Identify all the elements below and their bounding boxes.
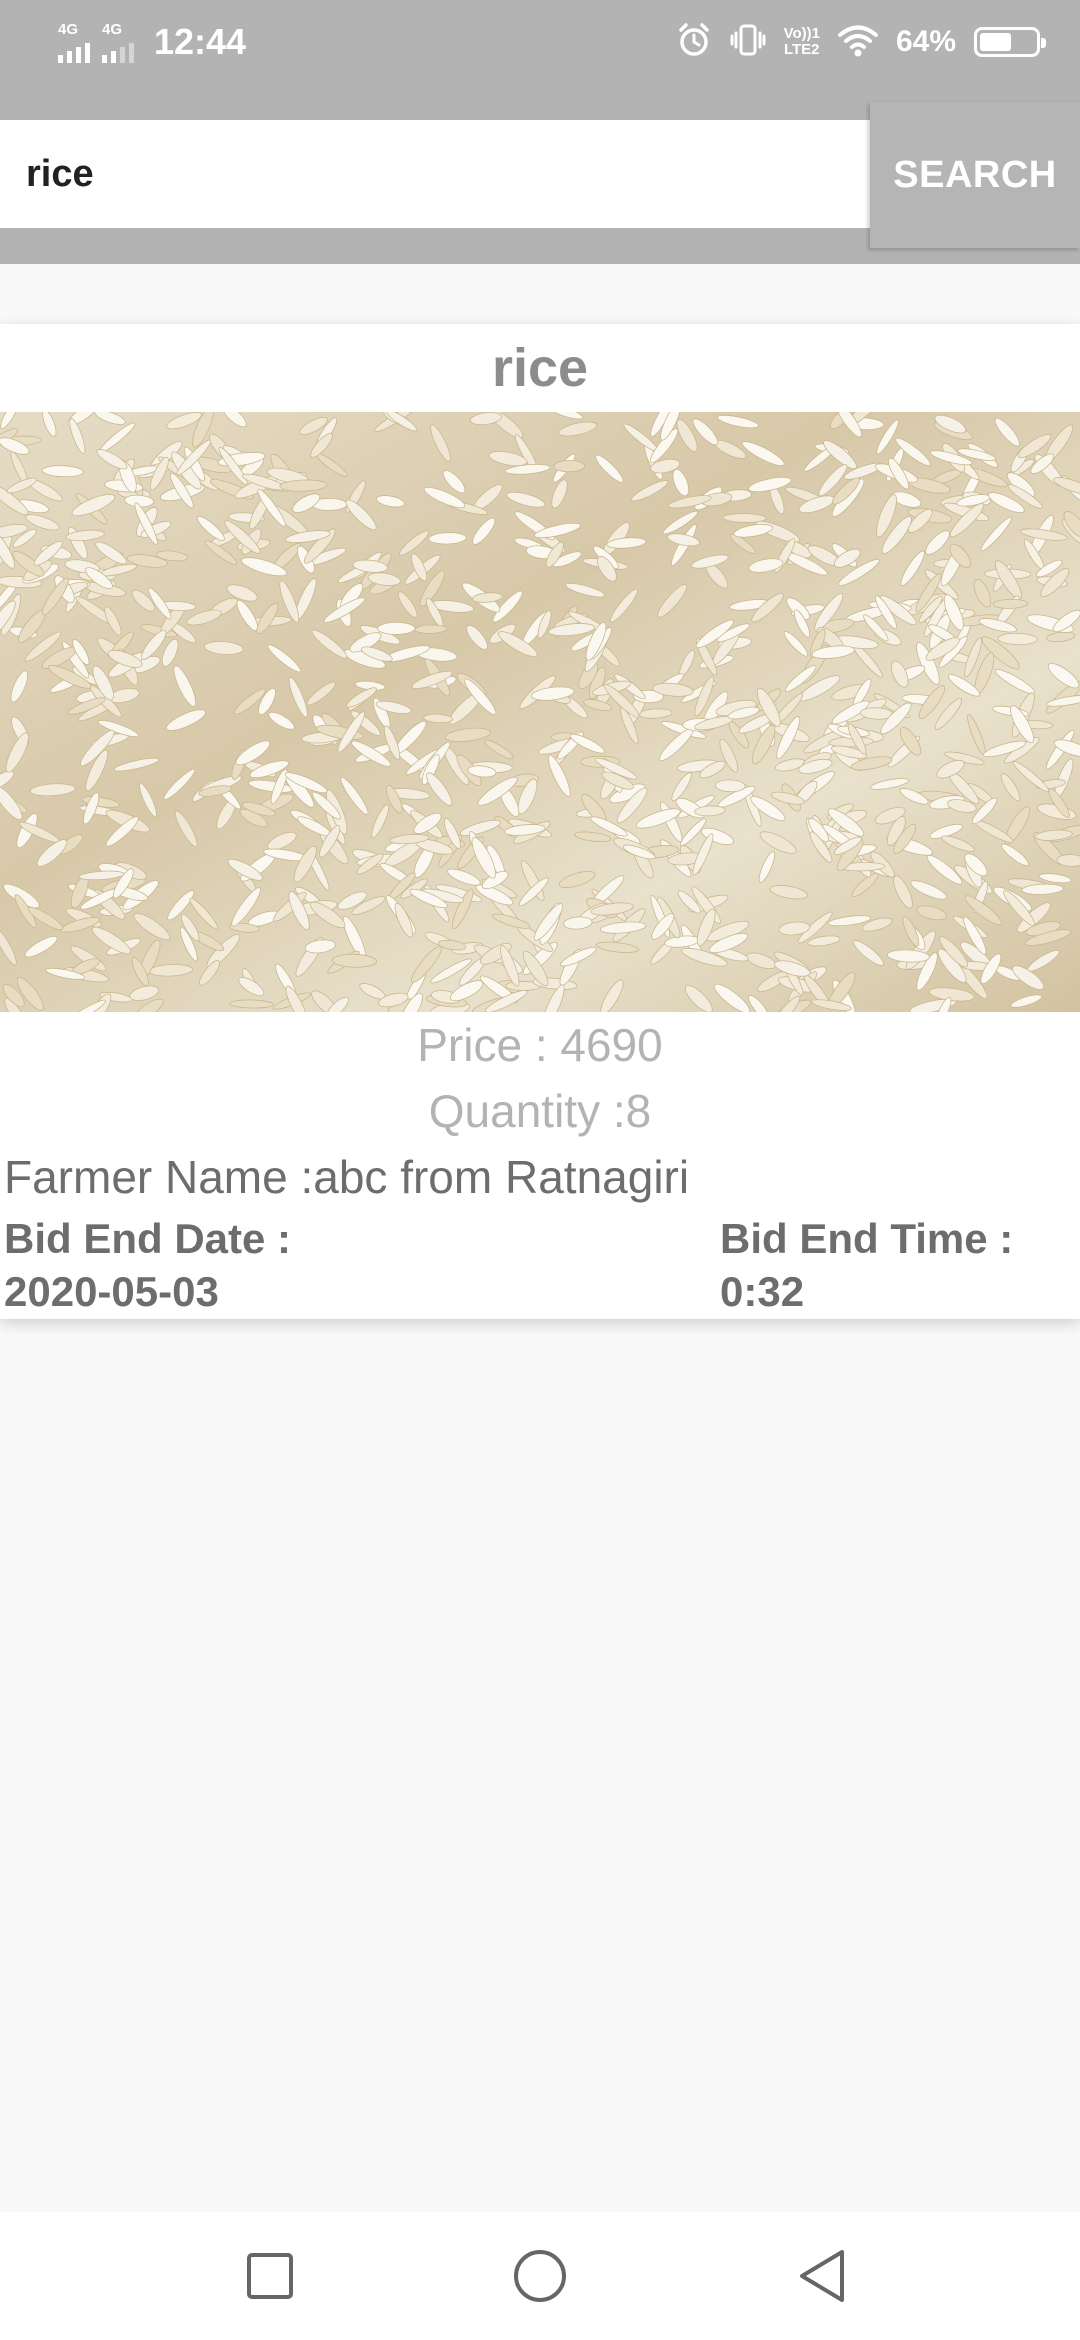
vibrate-icon (730, 22, 766, 63)
status-left-group: 4G 4G 12:44 (58, 0, 246, 84)
wifi-icon (837, 23, 878, 62)
network-type-label: 4G (58, 20, 79, 38)
rice-grain (377, 621, 416, 635)
battery-percent: 64% (895, 25, 956, 58)
battery-icon (974, 27, 1046, 57)
rice-grain (553, 459, 585, 473)
alarm-icon (676, 22, 712, 63)
farmer-name: Farmer Name :abc from Ratnagiri (4, 1151, 690, 1203)
battery-tip (1041, 38, 1046, 48)
search-input[interactable] (0, 120, 870, 228)
bid-end-time-label: Bid End Time : (720, 1215, 1014, 1262)
bid-end-time: Bid End Time : 0:32 (720, 1212, 1013, 1318)
home-icon (514, 2250, 566, 2302)
recent-apps-button[interactable] (190, 2212, 350, 2340)
back-icon (800, 2250, 844, 2302)
signal-icon: 4G (58, 22, 90, 63)
search-bar: SEARCH (0, 84, 1080, 264)
home-button[interactable] (460, 2212, 620, 2340)
product-image (0, 412, 1080, 1012)
recent-apps-icon (247, 2253, 293, 2299)
bid-end-date-label: Bid End Date : (4, 1215, 292, 1262)
clock: 12:44 (154, 21, 247, 62)
signal-icon-sim2: 4G (102, 22, 134, 63)
bid-end-date-value: 2020-05-03 (4, 1268, 219, 1315)
volte-line1: Vo))1 (783, 25, 820, 42)
bid-end-time-value: 0:32 (720, 1268, 805, 1315)
battery-level-fill (980, 33, 1011, 51)
product-price: Price : 4690 (417, 1019, 663, 1071)
status-bar: 4G 4G 12:44 Vo))1 LTE2 64% (0, 0, 1080, 84)
bid-end-date: Bid End Date : 2020-05-03 (4, 1212, 291, 1318)
search-button[interactable]: SEARCH (870, 102, 1080, 248)
product-title: rice (491, 338, 589, 398)
status-right-group: Vo))1 LTE2 64% (676, 0, 1046, 84)
product-quantity: Quantity :8 (428, 1085, 652, 1137)
rice-grain (414, 624, 448, 634)
back-button[interactable] (742, 2212, 902, 2340)
navigation-bar (0, 2212, 1080, 2340)
network-type-label-sim2: 4G (102, 20, 123, 38)
volte-icon: Vo))1 LTE2 (784, 26, 820, 58)
product-card[interactable]: rice Price : 4690 Quantity :8 Farmer Nam… (0, 324, 1080, 1319)
volte-line2: LTE2 (783, 41, 820, 58)
